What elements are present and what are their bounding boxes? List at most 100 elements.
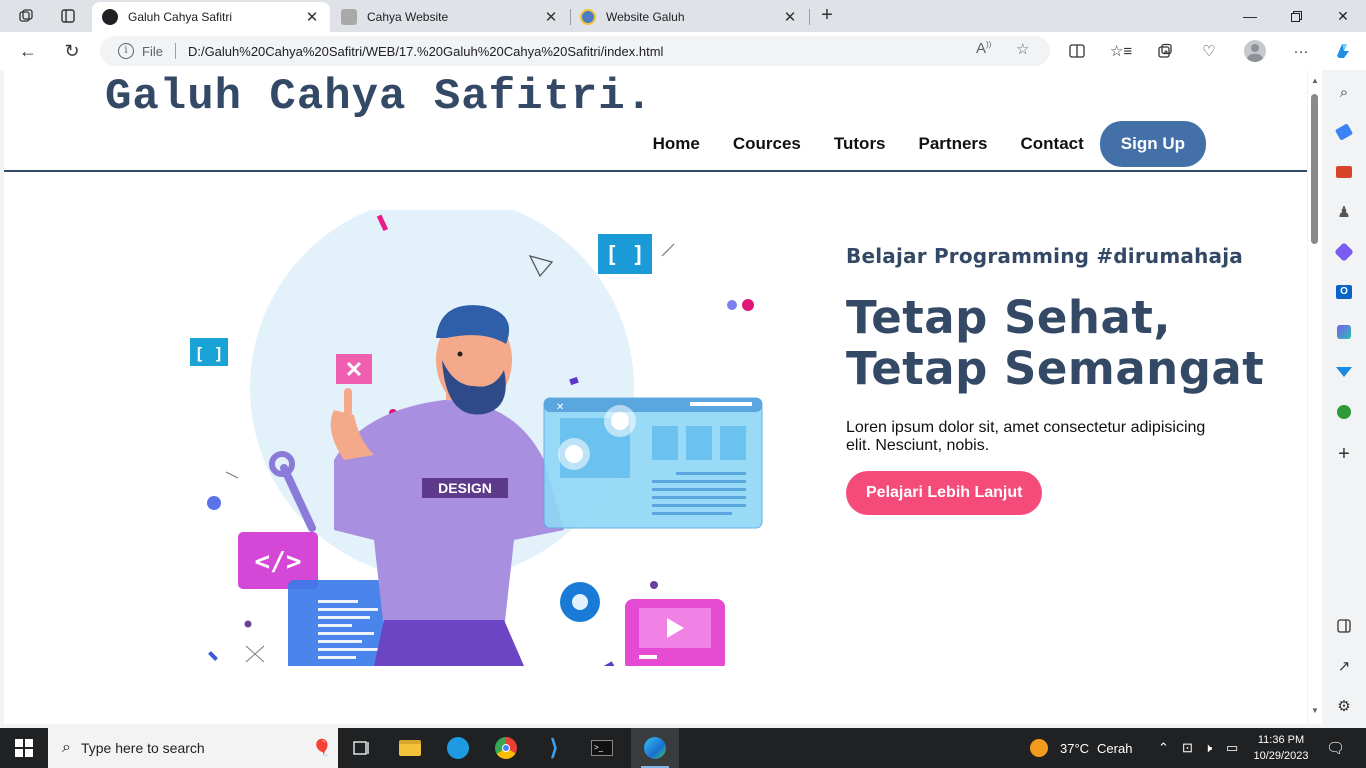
screen-touch-dot — [565, 445, 583, 463]
nav-cources[interactable]: Cources — [733, 134, 801, 154]
person-eye — [457, 351, 463, 357]
nav-tutors[interactable]: Tutors — [834, 134, 886, 154]
shopping-tag-icon[interactable] — [1334, 122, 1354, 142]
file-explorer-icon[interactable] — [386, 728, 434, 768]
site-navigation: Home Cources Tutors Partners Contact Sig… — [653, 121, 1206, 167]
tab-galuh-cahya-safitri[interactable]: Galuh Cahya Safitri ✕ — [92, 2, 330, 32]
notifications-icon[interactable]: 🗨 — [1326, 728, 1345, 768]
nav-partners[interactable]: Partners — [919, 134, 988, 154]
tab-website-galuh[interactable]: Website Galuh ✕ — [570, 2, 808, 32]
settings-gear-icon[interactable]: ⚙ — [1334, 696, 1354, 716]
open-external-icon[interactable]: ↗ — [1334, 656, 1354, 676]
small-bracket-text: [ ] — [195, 344, 224, 363]
tab-title: Cahya Website — [367, 10, 449, 24]
favorite-star-icon[interactable]: ☆ — [1016, 40, 1029, 58]
search-highlight-balloons-icon: 🎈 — [312, 740, 332, 757]
video-progress — [639, 655, 657, 659]
tab-cahya-website[interactable]: Cahya Website ✕ — [331, 2, 569, 32]
collections-icon[interactable] — [1154, 40, 1176, 62]
address-bar[interactable]: i File D:/Galuh%20Cahya%20Safitri/WEB/17… — [100, 36, 1050, 66]
volume-muted-icon[interactable]: 🕨 — [1204, 728, 1212, 768]
browser-essentials-icon[interactable]: ♡ — [1198, 40, 1220, 62]
edge-dev-icon[interactable] — [434, 728, 482, 768]
favorites-icon[interactable]: ☆≡ — [1110, 40, 1132, 62]
nav-home[interactable]: Home — [653, 134, 700, 154]
learn-more-button[interactable]: Pelajari Lebih Lanjut — [846, 471, 1043, 515]
windows-taskbar: ⌕ Type here to search 🎈 ⟩ >_ 37°C Cerah … — [0, 728, 1366, 768]
scheme-label: File — [142, 43, 163, 59]
network-icon[interactable]: ⊡ — [1182, 728, 1193, 768]
info-icon[interactable]: i — [118, 43, 134, 59]
sign-up-button[interactable]: Sign Up — [1099, 121, 1206, 167]
code-card-text: </> — [255, 547, 302, 577]
screen-tile — [652, 426, 678, 460]
back-button[interactable]: ← — [14, 38, 42, 64]
workspaces-icon[interactable] — [16, 6, 36, 26]
weather-widget[interactable]: 37°C Cerah — [1030, 728, 1132, 768]
address-divider — [174, 43, 176, 59]
decor-dot — [207, 496, 221, 510]
url-text[interactable]: D:/Galuh%20Cahya%20Safitri/WEB/17.%20Gal… — [188, 44, 1050, 59]
terminal-icon[interactable]: >_ — [578, 728, 626, 768]
copilot-icon[interactable] — [1332, 40, 1354, 62]
close-tab-icon[interactable]: ✕ — [543, 8, 559, 26]
person-pants — [374, 620, 524, 666]
tab-actions-icon[interactable] — [58, 6, 78, 26]
send-icon[interactable] — [1334, 362, 1354, 382]
display-icon[interactable]: ▭ — [1226, 728, 1238, 768]
search-placeholder: Type here to search — [80, 740, 205, 756]
close-tab-icon[interactable]: ✕ — [782, 8, 798, 26]
decor-dash — [601, 661, 615, 666]
close-window-button[interactable]: ✕ — [1320, 0, 1366, 32]
close-tab-icon[interactable]: ✕ — [304, 8, 320, 26]
nav-contact[interactable]: Contact — [1021, 134, 1084, 154]
clock-time: 11:36 PM — [1257, 734, 1305, 746]
edge-sidebar: ⌕ ♟ O + ↗ ⚙ — [1322, 70, 1366, 728]
minimize-button[interactable]: — — [1227, 0, 1273, 32]
decor-line — [661, 243, 675, 257]
taskbar-clock[interactable]: 11:36 PM 10/29/2023 — [1248, 732, 1314, 764]
edge-taskbar-icon[interactable] — [631, 728, 679, 768]
profile-avatar-icon[interactable] — [1244, 40, 1266, 62]
scroll-down-arrow-icon[interactable]: ▼ — [1310, 706, 1320, 715]
add-sidebar-app-icon[interactable]: + — [1334, 443, 1354, 465]
designer-icon[interactable] — [1334, 322, 1354, 342]
games-icon[interactable]: ♟ — [1334, 202, 1354, 222]
show-hidden-icons-icon[interactable]: ⌃ — [1158, 728, 1169, 768]
site-brand[interactable]: Galuh Cahya Safitri. — [105, 72, 653, 122]
split-screen-icon[interactable] — [1066, 40, 1088, 62]
decor-line — [225, 471, 239, 479]
tree-icon[interactable] — [1334, 402, 1354, 422]
person-finger — [344, 388, 352, 416]
more-menu-icon[interactable]: ··· — [1290, 40, 1312, 62]
new-tab-button[interactable]: + — [815, 4, 839, 28]
task-view-icon[interactable] — [338, 728, 386, 768]
scroll-up-arrow-icon[interactable]: ▲ — [1310, 76, 1320, 85]
gear-hole — [572, 594, 588, 610]
screen-bar-line — [690, 402, 752, 406]
hide-sidebar-icon[interactable] — [1334, 616, 1354, 636]
search-icon: ⌕ — [62, 739, 71, 756]
page-scrollbar[interactable]: ▲ ▼ — [1308, 70, 1322, 724]
search-icon[interactable]: ⌕ — [1334, 82, 1354, 102]
refresh-button[interactable]: ↻ — [58, 38, 86, 64]
start-button[interactable] — [0, 728, 48, 768]
restore-button[interactable] — [1273, 0, 1319, 32]
tab-separator — [809, 9, 810, 25]
tab-strip: Galuh Cahya Safitri ✕ Cahya Website ✕ We… — [0, 0, 1366, 32]
decor-dot — [742, 299, 754, 311]
hero-eyebrow: Belajar Programming #dirumahaja — [846, 244, 1243, 268]
decor-dash — [208, 651, 218, 661]
scroll-thumb[interactable] — [1311, 94, 1318, 244]
taskbar-search[interactable]: ⌕ Type here to search 🎈 — [48, 728, 338, 768]
outlook-icon[interactable]: O — [1334, 282, 1354, 302]
vscode-icon[interactable]: ⟩ — [530, 728, 578, 768]
tools-briefcase-icon[interactable] — [1334, 162, 1354, 182]
read-aloud-icon[interactable]: A)) — [976, 40, 991, 57]
globe-favicon-icon — [580, 9, 596, 25]
page-viewport: Galuh Cahya Safitri. Home Cources Tutors… — [4, 70, 1307, 724]
microsoft-365-icon[interactable] — [1334, 242, 1354, 262]
chrome-icon[interactable] — [482, 728, 530, 768]
hero-headline: Tetap Sehat, Tetap Semangat — [846, 292, 1264, 394]
hero-illustration: [ ] [ ] ✕ </> DESIGN ✕ — [190, 210, 763, 666]
